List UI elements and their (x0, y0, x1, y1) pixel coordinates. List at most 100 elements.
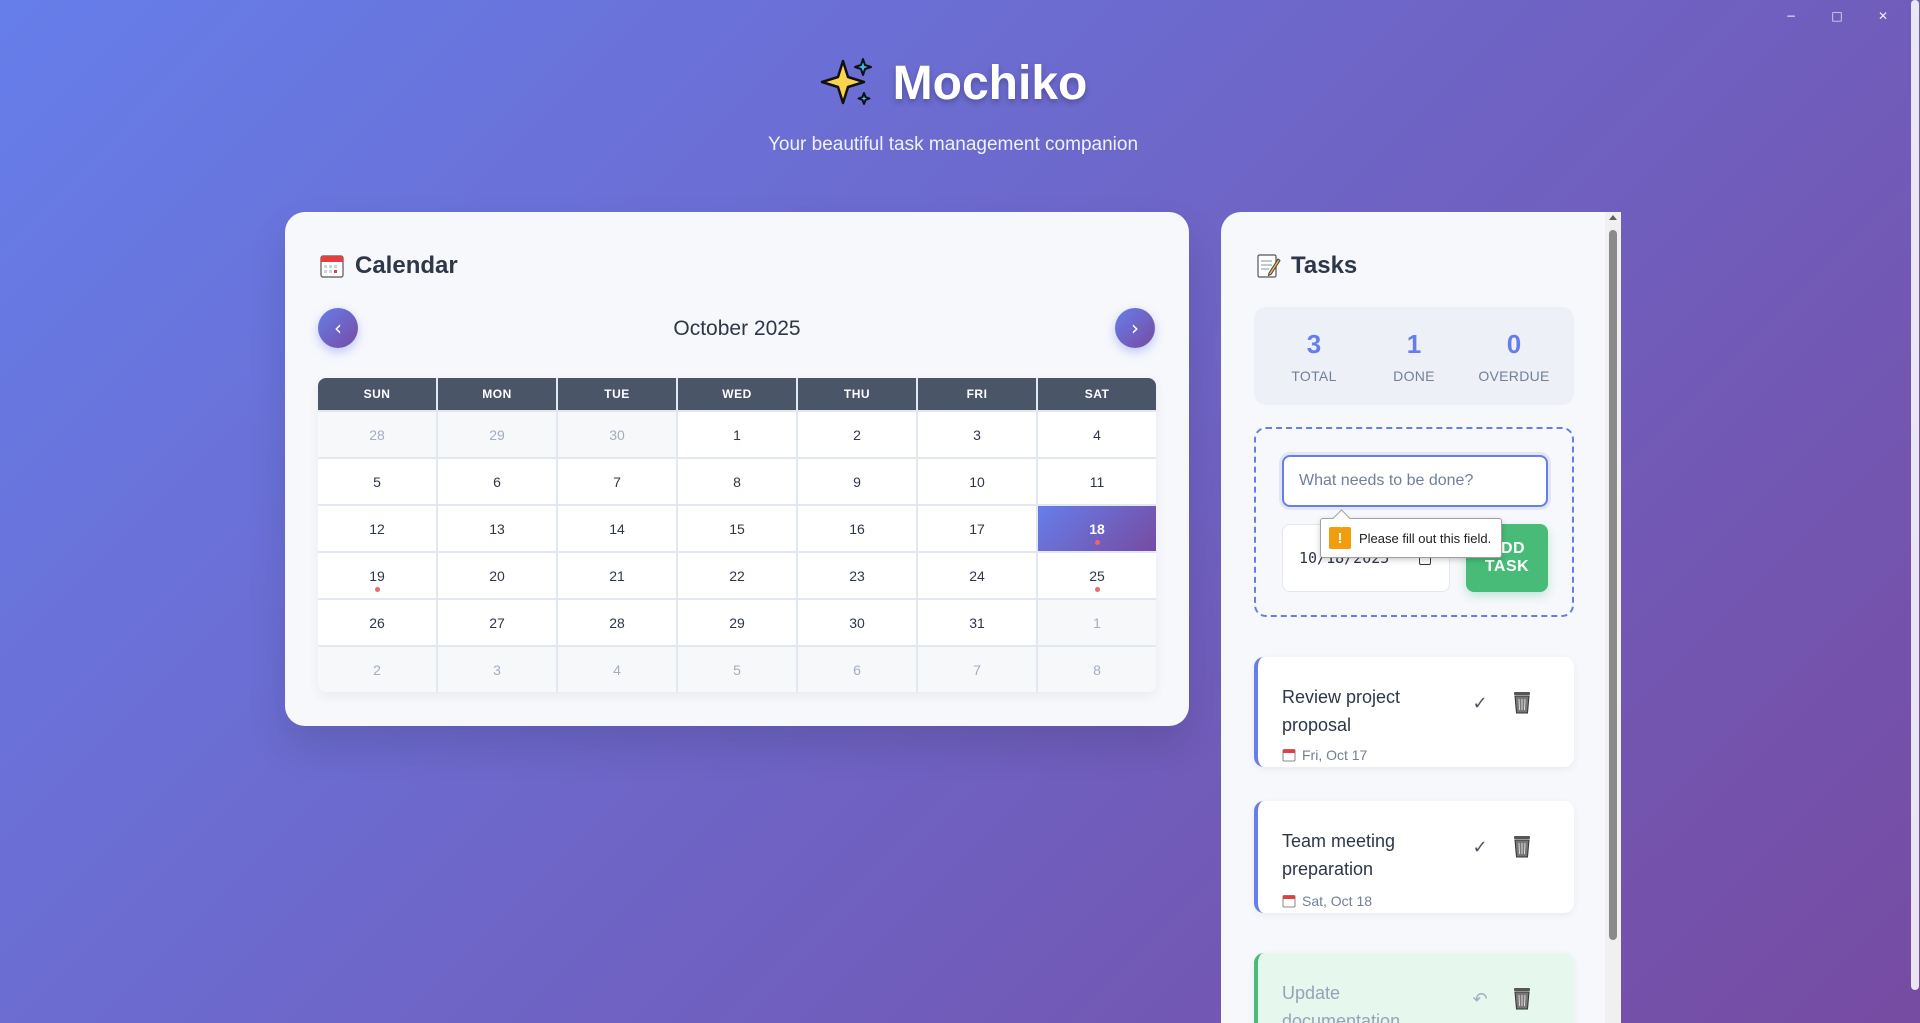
calendar-day[interactable]: 13 (438, 506, 556, 551)
calendar-day[interactable]: 24 (918, 553, 1036, 598)
title-bar: − □ ✕ (0, 0, 1920, 32)
calendar-day[interactable]: 4 (558, 647, 676, 692)
calendar-day[interactable]: 22 (678, 553, 796, 598)
memo-icon (1257, 254, 1281, 278)
calendar-day[interactable]: 16 (798, 506, 916, 551)
stat-overdue: 0 OVERDUE (1469, 329, 1559, 384)
calendar-day-number: 28 (609, 614, 625, 631)
task-item: Team meeting preparation Sat, Oct 18 ✓ (1254, 801, 1574, 913)
undo-task-button[interactable]: ↶ (1468, 987, 1492, 1011)
calendar-day[interactable]: 20 (438, 553, 556, 598)
calendar-icon (1282, 749, 1296, 762)
calendar-day[interactable]: 11 (1038, 459, 1156, 504)
tasks-heading: Tasks (1255, 252, 1357, 280)
calendar-day-number: 1 (733, 426, 741, 443)
calendar-day-number: 5 (373, 473, 381, 490)
page-scrollbar-thumb[interactable] (1911, 0, 1919, 990)
calendar-day[interactable]: 15 (678, 506, 796, 551)
task-title: Review project proposal (1282, 687, 1401, 735)
calendar-day[interactable]: 7 (918, 647, 1036, 692)
calendar-day[interactable]: 31 (918, 600, 1036, 645)
tasks-scrollbar-thumb[interactable] (1609, 230, 1617, 940)
calendar-heading: Calendar (319, 252, 458, 280)
app-header: Mochiko Your beautiful task management c… (0, 55, 1906, 156)
calendar-day[interactable]: 28 (318, 412, 436, 457)
calendar-day[interactable]: 12 (318, 506, 436, 551)
month-label: October 2025 (673, 317, 801, 340)
page-scrollbar[interactable] (1908, 0, 1920, 1023)
task-indicator-dot (374, 587, 380, 592)
task-indicator-dot (1094, 540, 1100, 545)
calendar-day[interactable]: 6 (798, 647, 916, 692)
calendar-day[interactable]: 10 (918, 459, 1036, 504)
calendar-day[interactable]: 23 (798, 553, 916, 598)
calendar-day[interactable]: 28 (558, 600, 676, 645)
calendar-day-number: 8 (1093, 661, 1101, 678)
calendar-day[interactable]: 5 (318, 459, 436, 504)
next-month-button[interactable]: › (1115, 308, 1155, 348)
calendar-day[interactable]: 3 (918, 412, 1036, 457)
calendar-day[interactable]: 2 (798, 412, 916, 457)
task-input[interactable]: What needs to be done? (1282, 455, 1548, 507)
close-button[interactable]: ✕ (1860, 0, 1906, 32)
calendar-day[interactable]: 30 (558, 412, 676, 457)
calendar-day[interactable]: 21 (558, 553, 676, 598)
calendar-day-number: 25 (1089, 567, 1105, 584)
tasks-scrollbar[interactable] (1605, 212, 1621, 1023)
calendar-day[interactable]: 4 (1038, 412, 1156, 457)
calendar-day[interactable]: 8 (678, 459, 796, 504)
validation-message: Please fill out this field. (1359, 530, 1492, 546)
stat-total-label: TOTAL (1291, 367, 1337, 384)
calendar-day-number: 22 (729, 567, 745, 584)
calendar-day[interactable]: 29 (678, 600, 796, 645)
calendar-day-number: 29 (489, 426, 505, 443)
task-item: Review project proposal Fri, Oct 17 ✓ (1254, 657, 1574, 767)
calendar-day[interactable]: 26 (318, 600, 436, 645)
trash-icon[interactable] (1510, 985, 1534, 1011)
calendar-day-number: 24 (969, 567, 985, 584)
task-date-text: Sat, Oct 18 (1302, 893, 1373, 909)
calendar-day[interactable]: 1 (678, 412, 796, 457)
warning-icon: ! (1329, 527, 1351, 549)
calendar-day[interactable]: 7 (558, 459, 676, 504)
calendar-day-today[interactable]: 18 (1038, 506, 1156, 551)
calendar-day-number: 2 (373, 661, 381, 678)
calendar-day-number: 7 (973, 661, 981, 678)
calendar-day[interactable]: 30 (798, 600, 916, 645)
stat-total-value: 3 (1306, 328, 1322, 359)
calendar-day-number: 12 (369, 520, 385, 537)
task-title: Team meeting preparation (1282, 831, 1396, 879)
calendar-day[interactable]: 5 (678, 647, 796, 692)
calendar-title: Calendar (355, 252, 458, 279)
maximize-button[interactable]: □ (1814, 0, 1860, 32)
calendar-day[interactable]: 25 (1038, 553, 1156, 598)
stat-overdue-value: 0 (1506, 328, 1522, 359)
calendar-day[interactable]: 3 (438, 647, 556, 692)
calendar-day-number: 14 (609, 520, 625, 537)
calendar-day[interactable]: 6 (438, 459, 556, 504)
calendar-day[interactable]: 9 (798, 459, 916, 504)
calendar-day[interactable]: 2 (318, 647, 436, 692)
calendar-day-number: 23 (849, 567, 865, 584)
weekday-header: THU (798, 378, 916, 410)
calendar-day[interactable]: 29 (438, 412, 556, 457)
calendar-day-number: 29 (729, 614, 745, 631)
calendar-panel: Calendar ‹ October 2025 › SUN MON TUE WED TH… (285, 212, 1189, 726)
trash-icon[interactable] (1510, 689, 1534, 715)
trash-icon[interactable] (1510, 833, 1534, 859)
calendar-day-number: 17 (969, 520, 985, 537)
weekday-header: FRI (918, 378, 1036, 410)
calendar-day[interactable]: 17 (918, 506, 1036, 551)
calendar-day[interactable]: 19 (318, 553, 436, 598)
complete-task-button[interactable]: ✓ (1468, 691, 1492, 715)
calendar-day[interactable]: 14 (558, 506, 676, 551)
weekday-header: MON (438, 378, 556, 410)
task-date-text: Fri, Oct 17 (1302, 747, 1368, 763)
scroll-up-arrow-icon[interactable] (1609, 215, 1617, 220)
complete-task-button[interactable]: ✓ (1468, 835, 1492, 859)
calendar-day[interactable]: 8 (1038, 647, 1156, 692)
calendar-day[interactable]: 27 (438, 600, 556, 645)
calendar-day[interactable]: 1 (1038, 600, 1156, 645)
minimize-button[interactable]: − (1768, 0, 1814, 32)
tasks-title: Tasks (1291, 252, 1358, 279)
